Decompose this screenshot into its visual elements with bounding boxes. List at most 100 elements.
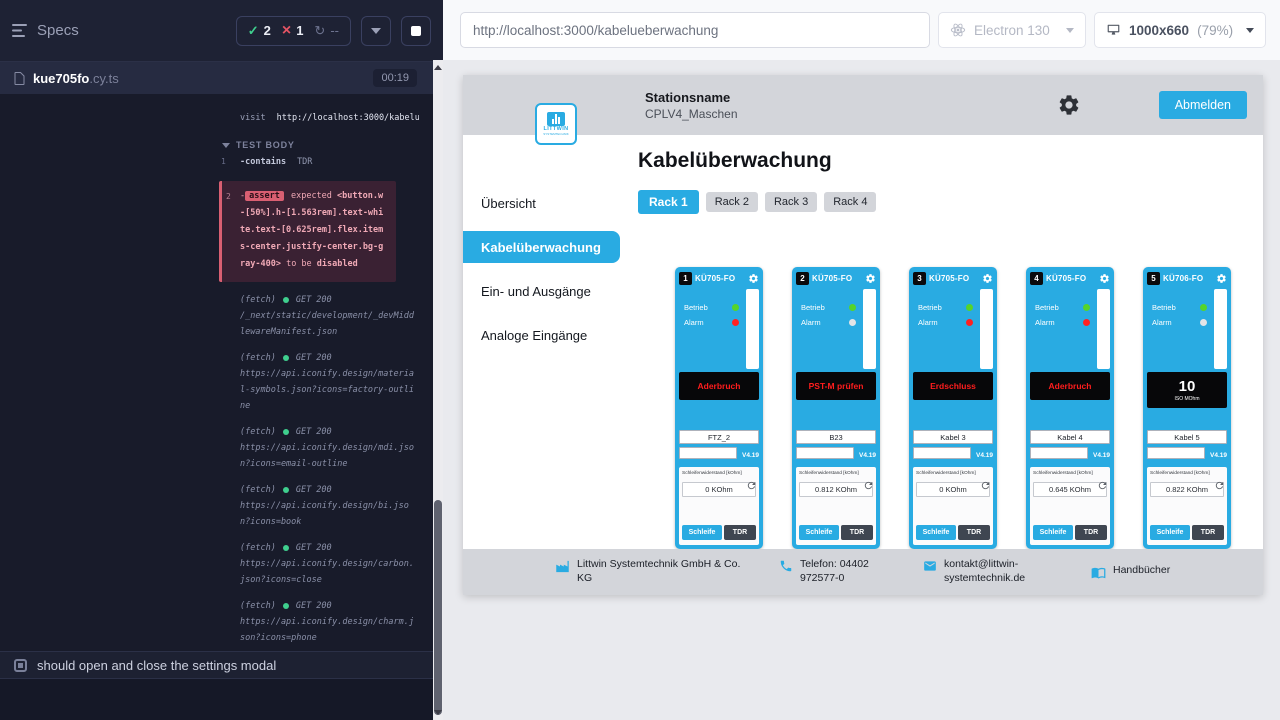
rack-tab[interactable]: Rack 4 — [824, 192, 876, 212]
fetch-log-entry[interactable]: (fetch)GET 200 https://api.iconify.desig… — [0, 424, 419, 472]
collapse-runs-button[interactable] — [361, 16, 391, 46]
browser-select[interactable]: Electron 130 — [938, 12, 1086, 48]
refresh-icon[interactable] — [746, 480, 757, 491]
schleife-button[interactable]: Schleife — [799, 525, 839, 540]
cable-name: FTZ_2 — [679, 430, 759, 444]
device-card: 4 KÜ705-FO Betrieb Alarm Aderbruch Kabel… — [1026, 267, 1114, 549]
tdr-button[interactable]: TDR — [724, 525, 756, 540]
spec-name: kue705fo.cy.ts — [33, 71, 119, 86]
spec-row[interactable]: kue705fo.cy.ts 00:19 — [0, 62, 443, 94]
resistance-value: 0.812 KOhm — [799, 482, 873, 497]
nav-item[interactable]: Ein- und Ausgänge — [463, 275, 620, 307]
rack-tab[interactable]: Rack 1 — [638, 190, 699, 214]
tdr-button[interactable]: TDR — [841, 525, 873, 540]
card-indicator-strip — [746, 289, 759, 369]
email-icon — [923, 559, 937, 573]
viewport-select[interactable]: 1000x660 (79%) — [1094, 12, 1266, 48]
card-number: 1 — [679, 272, 692, 285]
cards-row: 1 KÜ705-FO Betrieb Alarm Aderbruch FTZ_2… — [675, 267, 1263, 549]
fetch-log-entry[interactable]: (fetch)GET 200 https://api.iconify.desig… — [0, 350, 419, 414]
next-test-row[interactable]: should open and close the settings modal — [0, 651, 443, 678]
browser-name: Electron 130 — [974, 23, 1050, 38]
stop-button[interactable] — [401, 16, 431, 46]
tdr-button[interactable]: TDR — [958, 525, 990, 540]
nav-item[interactable]: Kabelüberwachung — [463, 231, 620, 263]
rack-tab[interactable]: Rack 3 — [765, 192, 817, 212]
card-gear-icon[interactable] — [865, 273, 876, 284]
command-visit[interactable]: visithttp://localhost:3000/kabelueberwac… — [0, 110, 419, 126]
status-display: PST-M prüfen — [796, 372, 876, 400]
settings-gear-icon[interactable] — [1057, 93, 1081, 117]
nav-item[interactable]: Übersicht — [463, 187, 620, 219]
tdr-button[interactable]: TDR — [1075, 525, 1107, 540]
station-info: Stationsname CPLV4_Maschen — [645, 90, 738, 121]
test-icon — [14, 659, 27, 672]
card-indicator-strip — [980, 289, 993, 369]
test-body-section[interactable]: TEST BODY — [0, 139, 419, 151]
chevron-down-icon — [371, 28, 381, 34]
alarm-indicator: Alarm — [1035, 318, 1090, 327]
nav-item[interactable]: Analoge Eingänge — [463, 319, 620, 351]
cypress-header: Specs ✓2 ×1 ↻-- — [0, 0, 443, 62]
fetch-log-entry[interactable]: (fetch)GET 200 https://api.iconify.desig… — [0, 540, 419, 588]
version-box — [796, 447, 854, 459]
card-gear-icon[interactable] — [748, 273, 759, 284]
schleife-button[interactable]: Schleife — [1150, 525, 1190, 540]
command-contains[interactable]: 1 -containsTDR — [0, 154, 419, 170]
success-dot-icon — [283, 603, 289, 609]
card-gear-icon[interactable] — [1216, 273, 1227, 284]
resistance-value: 0 KOhm — [682, 482, 756, 497]
schleife-button[interactable]: Schleife — [916, 525, 956, 540]
factory-icon — [555, 559, 570, 574]
refresh-icon: ↻ — [314, 23, 325, 39]
logout-button[interactable]: Abmelden — [1159, 91, 1247, 119]
success-dot-icon — [283, 355, 289, 361]
url-input[interactable] — [460, 12, 930, 48]
cross-icon: × — [282, 24, 291, 37]
version-box — [679, 447, 737, 459]
scrollbar[interactable] — [433, 60, 443, 720]
refresh-icon[interactable] — [863, 480, 874, 491]
failed-count: 1 — [296, 23, 303, 38]
alarm-led — [966, 319, 973, 326]
card-number: 3 — [913, 272, 926, 285]
panel-footer-area — [0, 678, 443, 720]
footer-company: Littwin Systemtechnik GmbH & Co. KG — [555, 558, 753, 585]
footer-email: kontakt@littwin-systemtechnik.de — [923, 558, 1065, 585]
card-model: KÜ706-FO — [1163, 274, 1203, 283]
footer-manuals[interactable]: Handbücher — [1091, 564, 1170, 580]
viewport-zoom: (79%) — [1197, 23, 1233, 38]
refresh-icon[interactable] — [1097, 480, 1108, 491]
pending-count: -- — [330, 23, 339, 38]
card-gear-icon[interactable] — [1099, 273, 1110, 284]
tdr-button[interactable]: TDR — [1192, 525, 1224, 540]
betrieb-indicator: Betrieb — [1035, 303, 1090, 312]
fetch-log-entry[interactable]: (fetch)GET 200 https://api.iconify.desig… — [0, 482, 419, 530]
resistance-panel: Schleifenwiderstand [kOhm] 0 KOhm Schlei… — [913, 467, 993, 545]
fetch-log-entry[interactable]: (fetch)GET 200 /_next/static/development… — [0, 292, 419, 340]
rack-tab[interactable]: Rack 2 — [706, 192, 758, 212]
phone-icon — [779, 559, 793, 573]
alarm-led — [1083, 319, 1090, 326]
scrollbar-thumb[interactable] — [434, 500, 442, 715]
resistance-label: Schleifenwiderstand [kOhm] — [799, 471, 873, 476]
specs-list-icon[interactable] — [12, 24, 27, 37]
refresh-icon[interactable] — [1214, 480, 1225, 491]
command-log: visithttp://localhost:3000/kabelueberwac… — [0, 94, 443, 651]
betrieb-indicator: Betrieb — [801, 303, 856, 312]
command-assert-failed[interactable]: 2-assert expected <button.w-[50%].h-[1.5… — [219, 181, 396, 282]
schleife-button[interactable]: Schleife — [682, 525, 722, 540]
resistance-panel: Schleifenwiderstand [kOhm] 0 KOhm Schlei… — [679, 467, 759, 545]
scrollbar-up-arrow[interactable] — [434, 65, 442, 70]
fetch-log-entry[interactable]: (fetch)GET 200 https://api.iconify.desig… — [0, 598, 419, 646]
card-gear-icon[interactable] — [982, 273, 993, 284]
test-stats: ✓2 ×1 ↻-- — [236, 16, 351, 46]
station-label: Stationsname — [645, 90, 738, 105]
refresh-icon[interactable] — [980, 480, 991, 491]
card-model: KÜ705-FO — [929, 274, 969, 283]
footer-phone: Telefon: 04402 972577-0 — [779, 558, 897, 585]
aut-stage: Electron 130 1000x660 (79%) LITTWIN SYST… — [443, 0, 1280, 720]
cable-name: Kabel 5 — [1147, 430, 1227, 444]
schleife-button[interactable]: Schleife — [1033, 525, 1073, 540]
scrollbar-down-arrow[interactable] — [434, 710, 442, 715]
